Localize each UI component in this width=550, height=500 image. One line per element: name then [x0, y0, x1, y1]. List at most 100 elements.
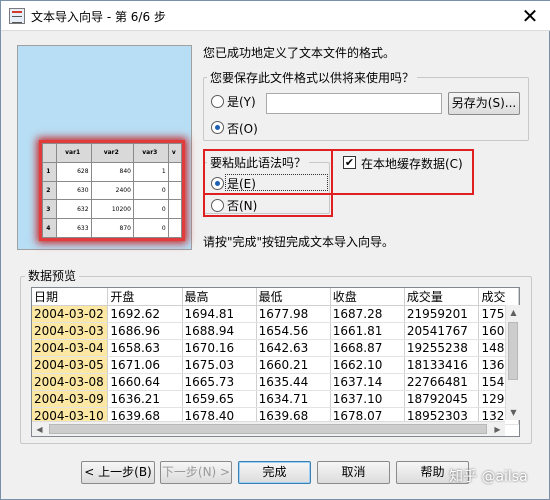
wizard-illustration: var1 var2 var3 v 1 628 840 1 2 630 2400 …: [17, 45, 192, 250]
thumb-cell: 2400: [90, 180, 134, 201]
column-header: 成交: [478, 288, 519, 306]
table-cell: 2004-03-05: [32, 356, 109, 374]
thumb-cell: 1: [42, 161, 57, 182]
table-cell: 18792045: [404, 390, 480, 408]
thumb-cell: 10200: [90, 199, 134, 220]
highlight-annotation-box: [203, 149, 333, 217]
table-cell: 1636.21: [107, 390, 183, 408]
table-cell: 1692.62: [107, 305, 183, 323]
table-cell: 2004-03-09: [32, 390, 109, 408]
table-cell: 1660.21: [256, 356, 331, 374]
table-cell: 1659.65: [182, 390, 257, 408]
watermark-text: 知乎 @ailsa: [449, 469, 528, 485]
thumb-header: v: [167, 143, 183, 163]
thumb-cell: 870: [90, 218, 134, 238]
table-cell: 1660.64: [107, 373, 183, 391]
thumb-cell: [167, 218, 183, 238]
table-cell: 1677.98: [256, 305, 331, 323]
table-cell: 1635.44: [256, 373, 331, 391]
table-cell: 1642.63: [256, 339, 331, 357]
thumb-cell: 2: [42, 180, 57, 201]
finish-button[interactable]: 完成: [238, 461, 311, 484]
save-format-yes-label[interactable]: 是(Y): [227, 93, 256, 110]
column-header: 最高: [182, 288, 257, 306]
back-button[interactable]: < 上一步(B): [81, 461, 155, 484]
table-cell: 1686.96: [107, 322, 183, 340]
column-header: 最低: [256, 288, 331, 306]
save-format-no-label[interactable]: 否(O): [227, 120, 258, 137]
table-cell: 22766481: [404, 373, 480, 391]
table-cell: 1694.81: [182, 305, 257, 323]
thumb-cell: [167, 161, 183, 182]
scroll-down-arrow-icon[interactable]: ▼: [506, 405, 521, 420]
column-header: 成交量: [404, 288, 480, 306]
thumb-header: var3: [132, 143, 169, 163]
data-preview-grid[interactable]: 日期 开盘 最高 最低 收盘 成交量 成交 2004-03-02 1692.62…: [31, 287, 520, 437]
table-cell: 1668.87: [330, 339, 405, 357]
table-cell: 1671.06: [107, 356, 183, 374]
table-cell: 2004-03-04: [32, 339, 109, 357]
thumb-cell: 0: [132, 180, 169, 201]
import-wizard-window: 文本导入向导 - 第 6/6 步 ✕ var1 var2 var3 v 1 62…: [0, 0, 550, 500]
table-cell: 1665.73: [182, 373, 257, 391]
intro-text: 您已成功地定义了文本文件的格式。: [203, 46, 396, 60]
scroll-right-arrow-icon[interactable]: ▶: [490, 422, 505, 437]
thumb-cell: [167, 199, 183, 220]
table-cell: 1637.14: [330, 373, 405, 391]
horizontal-scroll-thumb[interactable]: [49, 424, 487, 434]
scroll-up-arrow-icon[interactable]: ▲: [506, 305, 521, 320]
column-header: 收盘: [330, 288, 405, 306]
table-cell: 1634.71: [256, 390, 331, 408]
thumb-header: var2: [90, 143, 134, 163]
thumb-cell: 4: [42, 218, 57, 238]
cancel-button[interactable]: 取消: [317, 461, 390, 484]
thumb-cell: 633: [55, 218, 92, 238]
table-row: 2004-03-02 1692.62 1694.81 1677.98 1687.…: [32, 305, 519, 323]
table-row: 2004-03-09 1636.21 1659.65 1634.71 1637.…: [32, 390, 519, 408]
format-file-path-input[interactable]: [266, 93, 442, 114]
table-cell: 1670.16: [182, 339, 257, 357]
table-cell: 19255238: [404, 339, 480, 357]
thumb-cell: 632: [55, 199, 92, 220]
horizontal-scrollbar[interactable]: ◀ ▶: [32, 421, 505, 436]
save-format-yes-radio[interactable]: [211, 95, 224, 108]
table-cell: 1662.10: [330, 356, 405, 374]
save-format-no-radio[interactable]: [211, 121, 224, 134]
thumb-cell: 0: [132, 218, 169, 238]
table-cell: 21959201: [404, 305, 480, 323]
thumb-cell: 630: [55, 180, 92, 201]
table-cell: 2004-03-03: [32, 322, 109, 340]
thumb-cell: 0: [132, 199, 169, 220]
window-title: 文本导入向导 - 第 6/6 步: [31, 10, 166, 24]
table-row: 2004-03-04 1658.63 1670.16 1642.63 1668.…: [32, 339, 519, 357]
thumb-cell: 1: [132, 161, 169, 182]
table-cell: 1687.28: [330, 305, 405, 323]
thumb-cell: 3: [42, 199, 57, 220]
table-row: 2004-03-08 1660.64 1665.73 1635.44 1637.…: [32, 373, 519, 391]
vertical-scrollbar[interactable]: ▲ ▼: [505, 305, 520, 420]
close-button[interactable]: ✕: [509, 1, 550, 31]
table-cell: 18133416: [404, 356, 480, 374]
table-cell: 1654.56: [256, 322, 331, 340]
save-format-question: 您要保存此文件格式以供将来使用吗？: [207, 69, 418, 86]
column-header: 开盘: [107, 288, 183, 306]
vertical-scroll-thumb[interactable]: [508, 322, 518, 380]
table-cell: 2004-03-08: [32, 373, 109, 391]
next-button[interactable]: 下一步(N) >: [160, 461, 232, 484]
scroll-left-arrow-icon[interactable]: ◀: [32, 422, 47, 437]
title-bar[interactable]: 文本导入向导 - 第 6/6 步 ✕: [1, 1, 550, 31]
column-header: 日期: [32, 288, 109, 306]
table-cell: 1688.94: [182, 322, 257, 340]
table-cell: 1675.03: [182, 356, 257, 374]
table-row: 2004-03-05 1671.06 1675.03 1660.21 1662.…: [32, 356, 519, 374]
thumb-header: var1: [55, 143, 92, 163]
thumb-cell: 628: [55, 161, 92, 182]
table-cell: 20541767: [404, 322, 480, 340]
thumb-cell: [167, 180, 183, 201]
spss-app-icon: [9, 8, 25, 24]
save-as-button[interactable]: 另存为(S)...: [448, 92, 520, 115]
table-cell: 2004-03-02: [32, 305, 109, 323]
table-cell: 1637.10: [330, 390, 405, 408]
table-cell: 1658.63: [107, 339, 183, 357]
thumb-header: [42, 143, 57, 163]
